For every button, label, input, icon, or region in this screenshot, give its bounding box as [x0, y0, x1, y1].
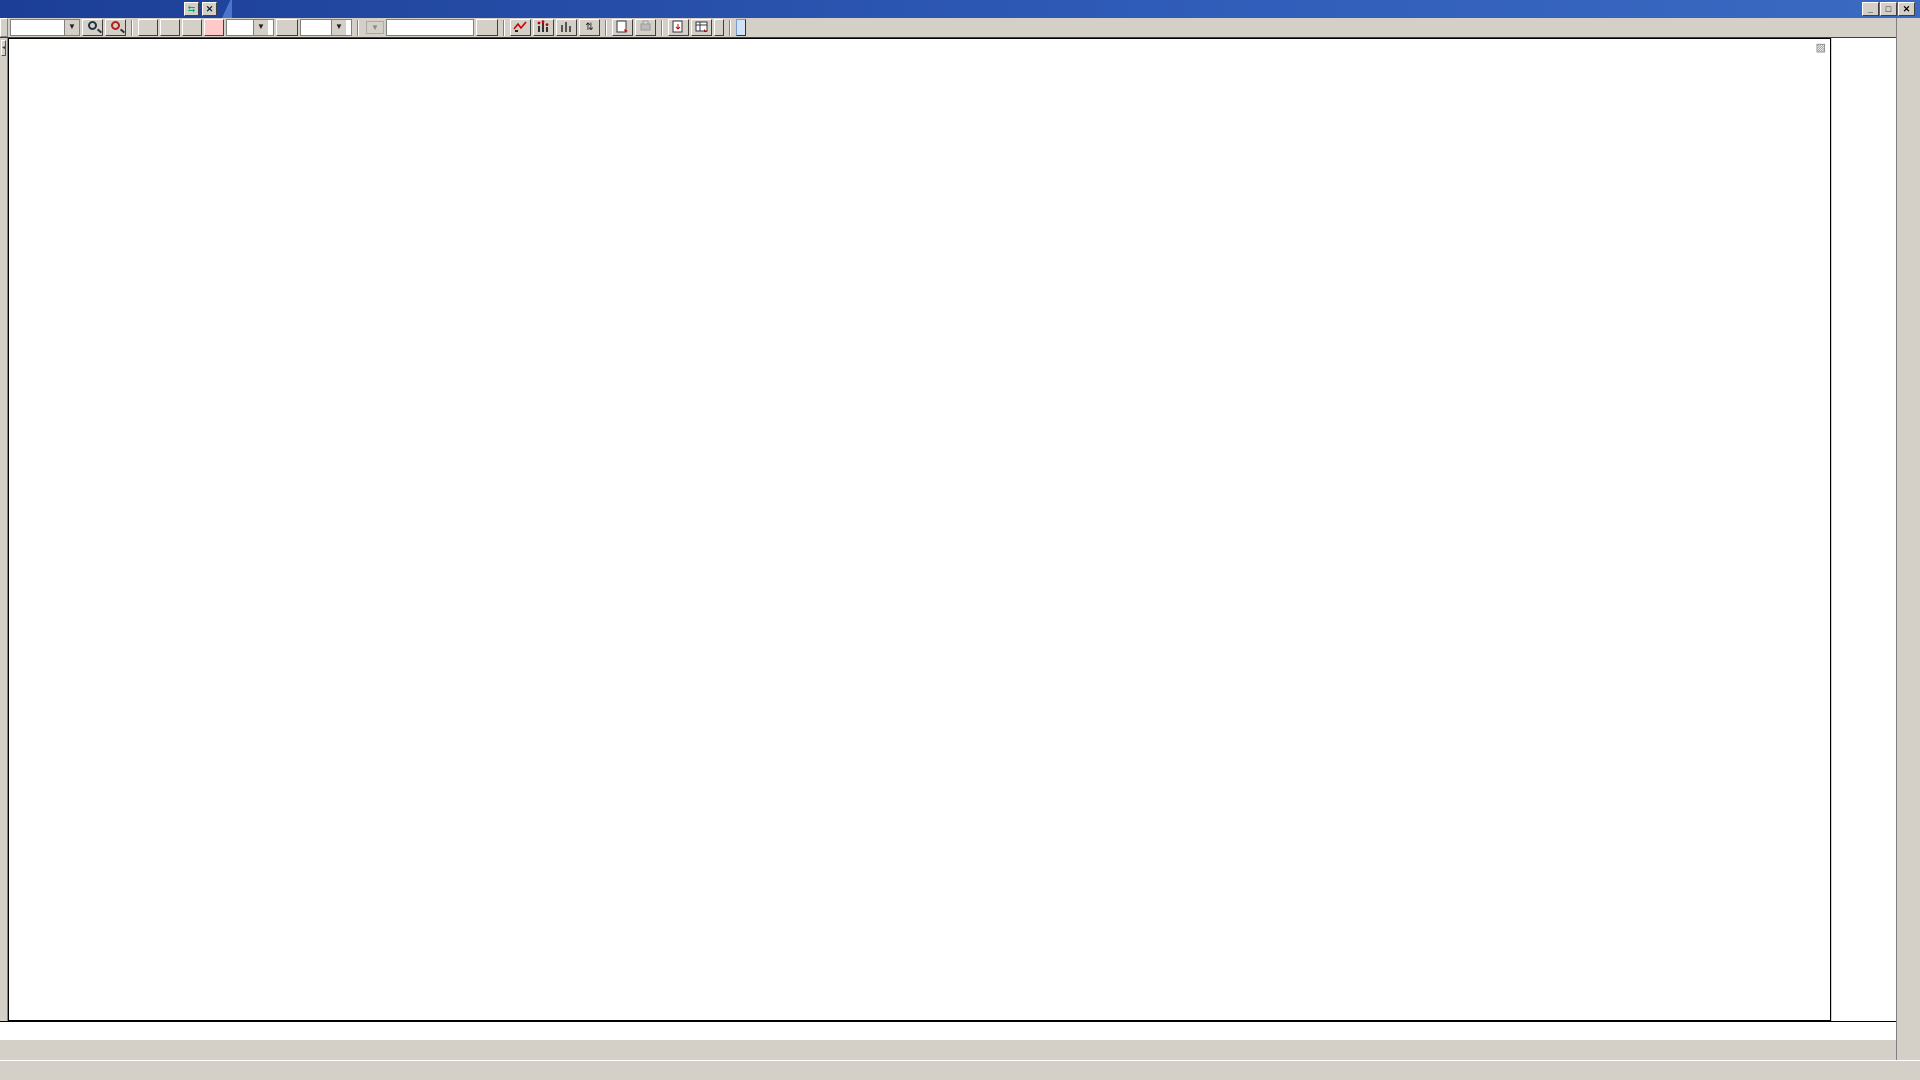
period-week-button[interactable]: [160, 19, 180, 36]
upload-button[interactable]: [736, 19, 746, 36]
tab-close-icon[interactable]: ✕: [202, 2, 217, 16]
doc-export-icon[interactable]: [668, 19, 689, 36]
swap-icon[interactable]: ⇆: [184, 2, 199, 16]
bar-count-input[interactable]: [386, 19, 474, 36]
minimize-button[interactable]: _: [1862, 2, 1879, 16]
period-day-button[interactable]: [138, 19, 158, 36]
search-icon[interactable]: [82, 19, 103, 36]
chevron-down-icon[interactable]: ▼: [331, 20, 346, 35]
search-back-icon[interactable]: [105, 19, 126, 36]
symbol-combo[interactable]: ▼: [10, 19, 80, 36]
drawing-toolbar: [1896, 18, 1920, 1060]
time-axis: [0, 1021, 1896, 1040]
title-tab-slant: [222, 0, 232, 18]
individual-button[interactable]: [714, 19, 724, 36]
period-month-button[interactable]: [182, 19, 202, 36]
main-toolbar: ▼ ▼ ▼ ▼ ⇅: [0, 18, 1920, 38]
count-dropdown-disabled: ▼: [366, 21, 384, 34]
price-axis: [1832, 38, 1896, 1021]
table-icon[interactable]: [691, 19, 712, 36]
window-titlebar: ⇆ ✕ _ □ ✕: [0, 0, 1920, 18]
price-chart[interactable]: [9, 39, 1830, 1020]
chart-header: [13, 42, 30, 56]
chart-tab-bar: [0, 1060, 1920, 1080]
tick-combo[interactable]: ▼: [300, 19, 352, 36]
minute-combo[interactable]: ▼: [226, 19, 274, 36]
chart-settings-icon[interactable]: ▨: [1816, 41, 1826, 54]
chevron-down-icon[interactable]: ▼: [253, 20, 268, 35]
maximize-button[interactable]: □: [1880, 2, 1897, 16]
bars-signal-icon[interactable]: [533, 19, 554, 36]
left-splitter[interactable]: ◂: [0, 38, 8, 1021]
trading-app-window: ⇆ ✕ _ □ ✕ ▼ ▼ ▼ ▼: [0, 0, 1920, 1080]
toolbar-handle[interactable]: [0, 18, 8, 37]
tick-button[interactable]: [276, 19, 298, 36]
close-button[interactable]: ✕: [1898, 2, 1915, 16]
bar-unit-button[interactable]: [476, 19, 498, 36]
chart-scrollbar-row: [0, 1040, 1896, 1060]
period-minute-button[interactable]: [204, 19, 224, 36]
chart-line-icon[interactable]: [510, 19, 531, 36]
print-icon: [635, 19, 656, 36]
sort-arrows-icon[interactable]: ⇅: [579, 19, 600, 36]
bars-icon[interactable]: [556, 19, 577, 36]
new-doc-icon[interactable]: [612, 19, 633, 36]
collapse-left-icon[interactable]: ◂: [1, 40, 6, 56]
chart-panel[interactable]: ▨: [8, 38, 1831, 1021]
chevron-down-icon[interactable]: ▼: [64, 20, 79, 35]
